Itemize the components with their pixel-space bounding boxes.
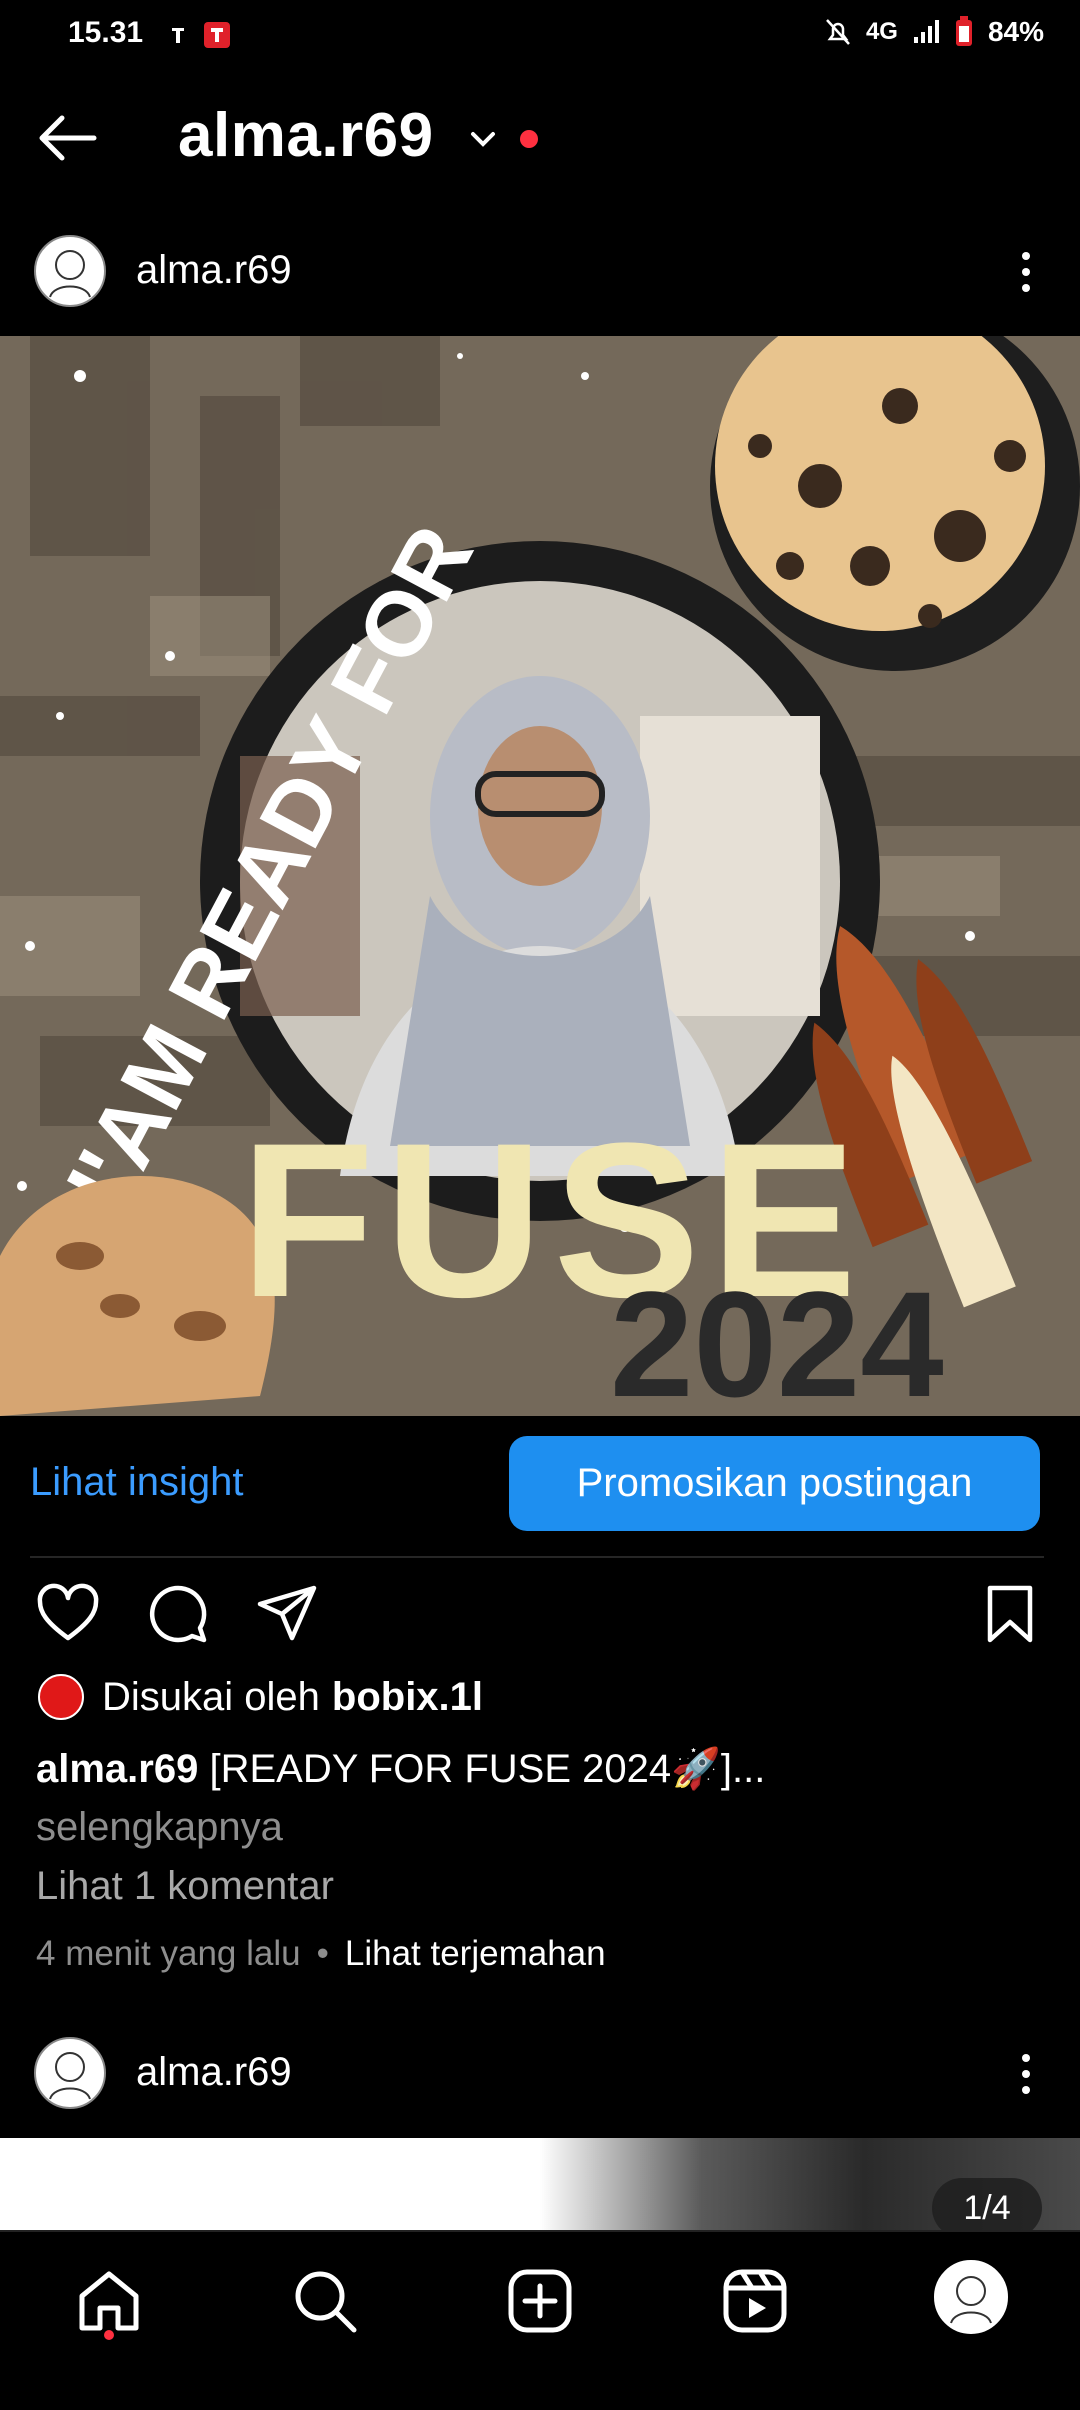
comment-icon[interactable] xyxy=(146,1582,210,1646)
search-icon xyxy=(295,2271,357,2333)
share-icon[interactable] xyxy=(256,1582,320,1646)
chevron-down-icon[interactable] xyxy=(468,124,498,154)
notification-dot xyxy=(520,130,538,148)
more-options-icon[interactable] xyxy=(1020,2052,1032,2096)
profile-avatar-icon xyxy=(950,2276,992,2324)
poster-year: 2024 xyxy=(610,1260,944,1416)
promote-post-button[interactable]: Promosikan postingan xyxy=(509,1436,1040,1531)
battery-icon xyxy=(955,16,972,46)
avatar[interactable] xyxy=(34,2037,106,2109)
home-notification-dot xyxy=(104,2330,114,2340)
caption-text: [READY FOR FUSE 2024🚀]... xyxy=(209,1747,766,1791)
avatar-drawing-icon xyxy=(49,250,91,298)
back-arrow-icon xyxy=(39,115,97,161)
bottom-nav xyxy=(0,2230,1080,2410)
notification-icons xyxy=(170,20,240,55)
network-label: 4G xyxy=(865,18,898,45)
reels-icon xyxy=(723,2269,787,2333)
likes-user[interactable]: bobix.1l xyxy=(332,1675,483,1720)
post2-username[interactable]: alma.r69 xyxy=(136,2050,292,2095)
post-timestamp: 4 menit yang lalu xyxy=(36,1934,301,1973)
likes-line[interactable]: Disukai oleh bobix.1l xyxy=(38,1674,483,1720)
more-options-icon[interactable] xyxy=(1020,250,1032,294)
nav-profile[interactable] xyxy=(934,2260,1008,2334)
caption-more-link[interactable]: selengkapnya xyxy=(36,1805,283,1849)
signal-icon xyxy=(913,20,939,43)
post-meta: 4 menit yang lalu • Lihat terjemahan xyxy=(36,1934,606,1973)
post-username[interactable]: alma.r69 xyxy=(136,248,292,293)
like-icon[interactable] xyxy=(36,1582,100,1646)
create-icon xyxy=(508,2269,572,2333)
divider xyxy=(30,1556,1044,1558)
view-comments-link[interactable]: Lihat 1 komentar xyxy=(36,1864,334,1909)
caption[interactable]: alma.r69 [READY FOR FUSE 2024🚀]... selen… xyxy=(36,1740,1046,1856)
likes-prefix: Disukai oleh xyxy=(102,1674,320,1719)
post-image[interactable]: I'AM READY FOR FUSE 2024 xyxy=(0,336,1080,1416)
nav-create[interactable] xyxy=(505,2266,575,2336)
status-bar: 15.31 4G 84% xyxy=(0,0,1080,70)
view-insight-link[interactable]: Lihat insight xyxy=(30,1460,243,1505)
nav-home[interactable] xyxy=(74,2266,144,2336)
back-button[interactable] xyxy=(36,112,98,164)
liker-avatar xyxy=(38,1674,84,1720)
status-right: 4G 84% xyxy=(824,16,1044,48)
nav-reels[interactable] xyxy=(720,2266,790,2336)
carousel-counter: 1/4 xyxy=(932,2178,1042,2238)
bookmark-icon[interactable] xyxy=(978,1582,1042,1646)
caption-username[interactable]: alma.r69 xyxy=(36,1747,198,1791)
top-header: alma.r69 xyxy=(0,90,1080,190)
profile-title[interactable]: alma.r69 xyxy=(178,100,434,171)
poster-artwork: I'AM READY FOR FUSE 2024 xyxy=(0,336,1080,1416)
post2-image[interactable] xyxy=(0,2138,1080,2230)
status-time: 15.31 xyxy=(68,16,144,49)
translate-link[interactable]: Lihat terjemahan xyxy=(345,1934,606,1973)
home-icon xyxy=(79,2271,139,2331)
nav-search[interactable] xyxy=(290,2266,360,2336)
battery-level: 84% xyxy=(987,16,1044,47)
mute-icon xyxy=(826,19,850,45)
avatar-drawing-icon xyxy=(49,2052,91,2100)
avatar[interactable] xyxy=(34,235,106,307)
